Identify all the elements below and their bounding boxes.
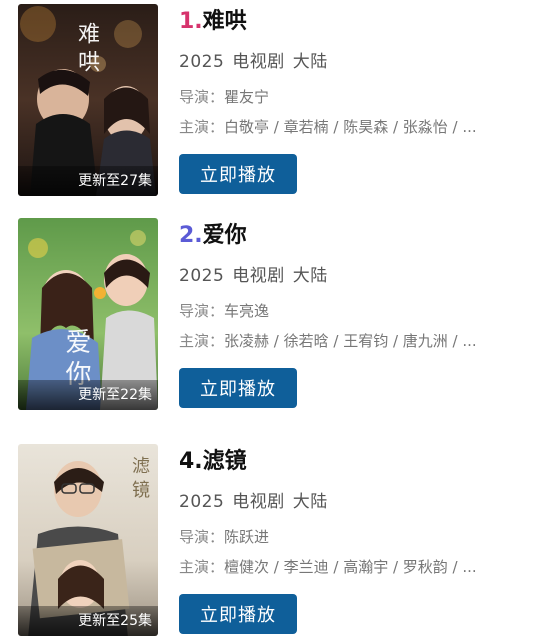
play-button[interactable]: 立即播放 — [179, 594, 297, 634]
region: 大陆 — [292, 492, 328, 512]
year: 2025 — [179, 52, 225, 72]
category: 电视剧 — [232, 492, 285, 512]
poster-image[interactable]: 难哄 更新至27集 — [18, 4, 158, 196]
poster-image[interactable]: 爱你 更新至22集 — [18, 218, 158, 410]
drama-title[interactable]: 2.爱你 — [179, 218, 525, 254]
region: 大陆 — [292, 266, 328, 286]
update-status: 更新至27集 — [18, 166, 158, 196]
poster-title-art: 滤镜 — [129, 456, 150, 504]
director-label: 导演： — [179, 88, 225, 106]
director-row: 导演：陈跃进 — [179, 526, 525, 547]
title-text: 滤镜 — [202, 449, 247, 474]
category: 电视剧 — [232, 266, 285, 286]
cast-names: 檀健次 / 李兰迪 / 高瀚宇 / 罗秋韵 / ... — [224, 558, 477, 576]
rank-number: 2. — [179, 223, 203, 248]
play-button[interactable]: 立即播放 — [179, 368, 297, 408]
play-button[interactable]: 立即播放 — [179, 154, 297, 194]
poster-title-art: 难哄 — [74, 22, 99, 78]
meta-row: 2025 电视剧 大陆 — [179, 47, 525, 72]
director-row: 导演：车亮逸 — [179, 300, 525, 321]
cast-names: 白敬亭 / 章若楠 / 陈昊森 / 张淼怡 / ... — [224, 118, 477, 136]
cast-label: 主演： — [179, 118, 225, 136]
year: 2025 — [179, 492, 225, 512]
drama-title[interactable]: 1.难哄 — [179, 4, 525, 40]
drama-title[interactable]: 4.滤镜 — [179, 444, 525, 480]
director-name: 陈跃进 — [224, 528, 270, 546]
region: 大陆 — [292, 52, 328, 72]
cast-row: 主演：白敬亭 / 章若楠 / 陈昊森 / 张淼怡 / ... — [179, 116, 524, 137]
update-status: 更新至25集 — [18, 606, 158, 636]
category: 电视剧 — [232, 52, 285, 72]
cast-row: 主演：张凌赫 / 徐若晗 / 王宥钧 / 唐九洲 / ... — [179, 330, 524, 351]
cast-names: 张凌赫 / 徐若晗 / 王宥钧 / 唐九洲 / ... — [224, 332, 477, 350]
rank-number: 4. — [179, 449, 203, 474]
cast-label: 主演： — [179, 332, 225, 350]
rank-number: 1. — [179, 9, 203, 34]
year: 2025 — [179, 266, 225, 286]
update-status: 更新至22集 — [18, 380, 158, 410]
director-name: 车亮逸 — [224, 302, 270, 320]
director-label: 导演： — [179, 528, 225, 546]
poster-image[interactable]: 滤镜 更新至25集 — [18, 444, 158, 636]
director-name: 瞿友宁 — [224, 88, 270, 106]
drama-list: 难哄 更新至27集 1.难哄 2025 电视剧 大陆 导演：瞿友宁 主演：白敬亭 /… — [0, 0, 535, 638]
cast-row: 主演：檀健次 / 李兰迪 / 高瀚宇 / 罗秋韵 / ... — [179, 556, 524, 577]
director-row: 导演：瞿友宁 — [179, 86, 525, 107]
title-text: 爱你 — [202, 223, 247, 248]
cast-label: 主演： — [179, 558, 225, 576]
meta-row: 2025 电视剧 大陆 — [179, 487, 525, 512]
meta-row: 2025 电视剧 大陆 — [179, 261, 525, 286]
director-label: 导演： — [179, 302, 225, 320]
title-text: 难哄 — [202, 9, 247, 34]
